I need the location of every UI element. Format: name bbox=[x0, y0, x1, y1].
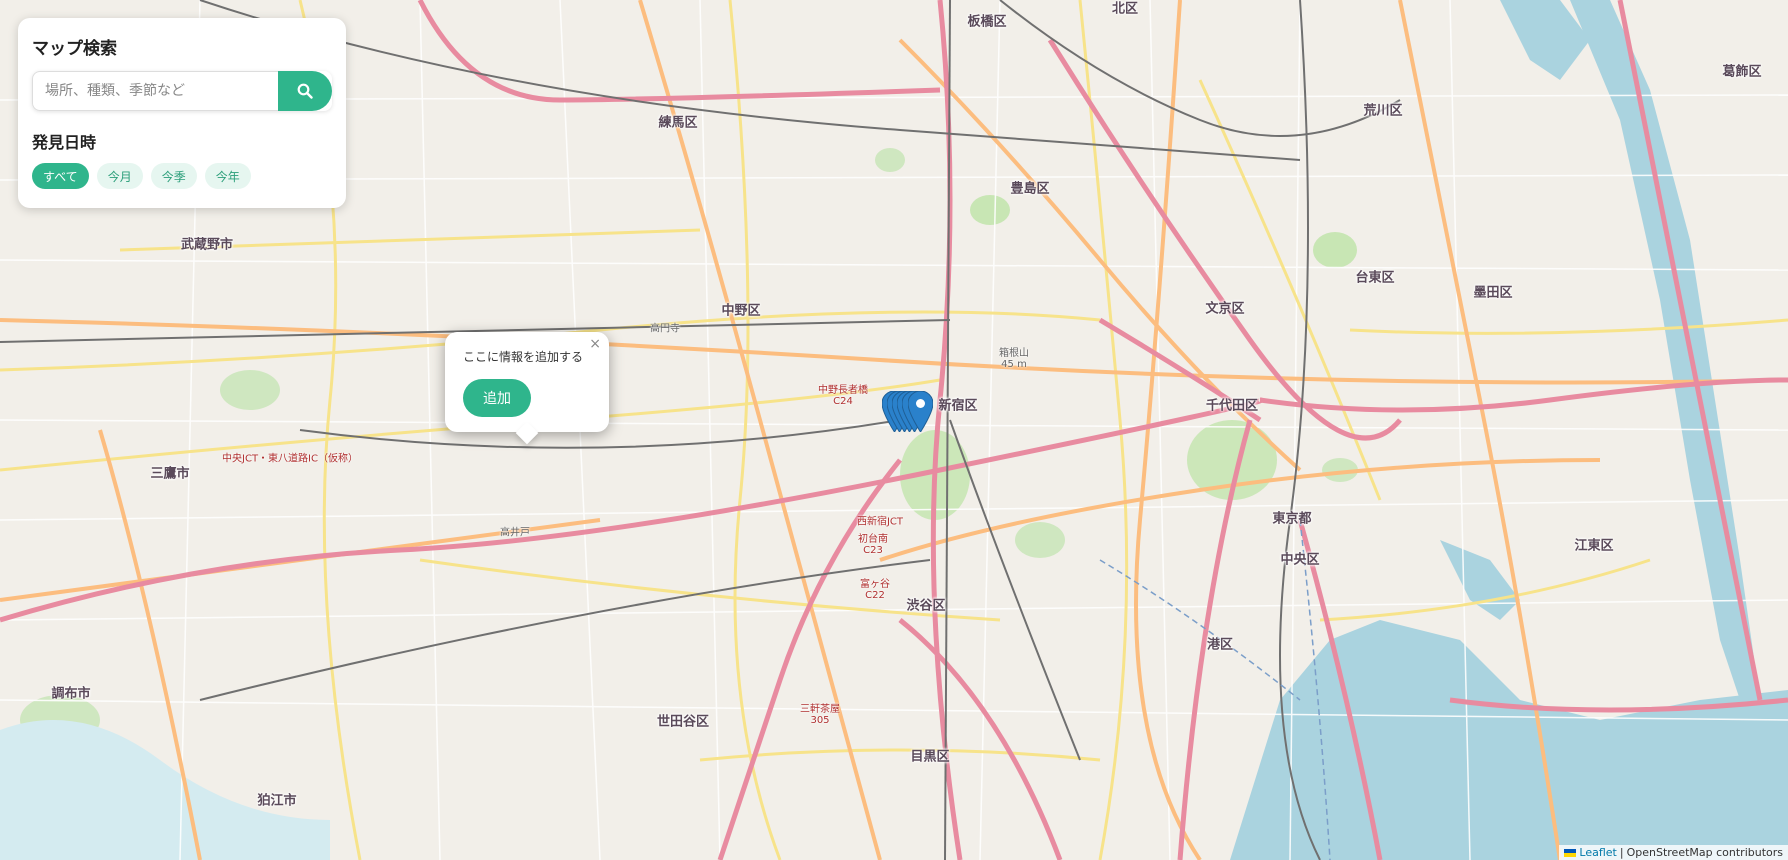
filter-chip-this-season[interactable]: 今季 bbox=[150, 163, 197, 189]
map-label-sumida: 墨田区 bbox=[1473, 285, 1513, 301]
map-canvas[interactable]: 板橋区 北区 練馬区 荒川区 葛飾区 豊島区 武蔵野市 台東区 墨田区 中野区 … bbox=[0, 0, 1788, 860]
popup-close-button[interactable]: × bbox=[589, 336, 601, 352]
map-label-shinjuku: 新宿区 bbox=[938, 398, 978, 414]
map-label-nerima: 練馬区 bbox=[658, 115, 698, 131]
panel-title: マップ検索 bbox=[32, 39, 117, 59]
map-label-nakano-choja: 中野長者橋 C24 bbox=[818, 385, 868, 407]
map-marker[interactable] bbox=[908, 391, 933, 432]
map-attribution: Leaflet | OpenStreetMap contributors bbox=[1559, 845, 1788, 860]
ukraine-flag-icon bbox=[1564, 848, 1577, 857]
search-bar bbox=[32, 71, 332, 111]
map-label-komae: 狛江市 bbox=[257, 793, 297, 809]
date-section-title: 発見日時 bbox=[32, 133, 97, 152]
map-label-setagaya: 世田谷区 bbox=[656, 714, 710, 730]
map-label-tomigaya: 富ヶ谷 C22 bbox=[860, 579, 890, 601]
map-label-kita: 北区 bbox=[1111, 1, 1139, 17]
map-label-katsushika: 葛飾区 bbox=[1722, 64, 1762, 80]
map-label-toshima: 豊島区 bbox=[1010, 181, 1050, 197]
leaflet-link[interactable]: Leaflet bbox=[1579, 846, 1616, 859]
date-filter-group: すべて 今月 今季 今年 bbox=[32, 163, 332, 189]
map-label-chofu: 調布市 bbox=[51, 686, 91, 702]
map-label-musashino: 武蔵野市 bbox=[180, 237, 234, 253]
search-panel: マップ検索 発見日時 すべて 今月 今季 今年 bbox=[18, 18, 346, 208]
map-label-itabashi: 板橋区 bbox=[967, 14, 1007, 30]
map-label-koenji: 高円寺 bbox=[650, 323, 680, 335]
filter-chip-this-month[interactable]: 今月 bbox=[96, 163, 143, 189]
map-label-minato: 港区 bbox=[1206, 637, 1234, 653]
map-label-chiyoda: 千代田区 bbox=[1205, 398, 1259, 414]
add-info-popup: × ここに情報を追加する 追加 bbox=[445, 332, 609, 432]
search-input[interactable] bbox=[32, 71, 278, 111]
search-icon bbox=[297, 83, 313, 99]
attribution-separator: | bbox=[1619, 846, 1624, 859]
map-label-mitaka: 三鷹市 bbox=[150, 466, 190, 482]
map-label-bunkyo: 文京区 bbox=[1205, 301, 1245, 317]
popup-text: ここに情報を追加する bbox=[463, 350, 584, 364]
map-label-arakawa: 荒川区 bbox=[1363, 103, 1403, 119]
map-label-hakoneyama: 箱根山 45 m bbox=[999, 348, 1029, 370]
search-button[interactable] bbox=[278, 71, 332, 111]
map-label-taito: 台東区 bbox=[1355, 270, 1395, 286]
map-label-nakano: 中野区 bbox=[721, 303, 761, 319]
map-label-tokyo: 東京都 bbox=[1272, 511, 1312, 527]
map-label-takaido: 高井戸 bbox=[500, 527, 530, 539]
map-label-chuo-jct: 中央JCT・東八道路IC（仮称） bbox=[222, 453, 358, 465]
osm-attribution[interactable]: OpenStreetMap contributors bbox=[1627, 846, 1783, 859]
add-button[interactable]: 追加 bbox=[463, 379, 531, 417]
map-label-shibuya: 渋谷区 bbox=[906, 598, 946, 614]
map-label-koto: 江東区 bbox=[1574, 538, 1614, 554]
map-label-sangenjaya: 三軒茶屋 305 bbox=[800, 704, 840, 726]
filter-chip-this-year[interactable]: 今年 bbox=[204, 163, 251, 189]
map-label-hatsudai: 初台南 C23 bbox=[858, 534, 888, 556]
map-label-chuo: 中央区 bbox=[1280, 552, 1320, 568]
filter-chip-all[interactable]: すべて bbox=[32, 163, 89, 189]
map-label-meguro: 目黒区 bbox=[910, 749, 950, 765]
map-label-nishi-shinjuku: 西新宿JCT bbox=[856, 516, 904, 528]
